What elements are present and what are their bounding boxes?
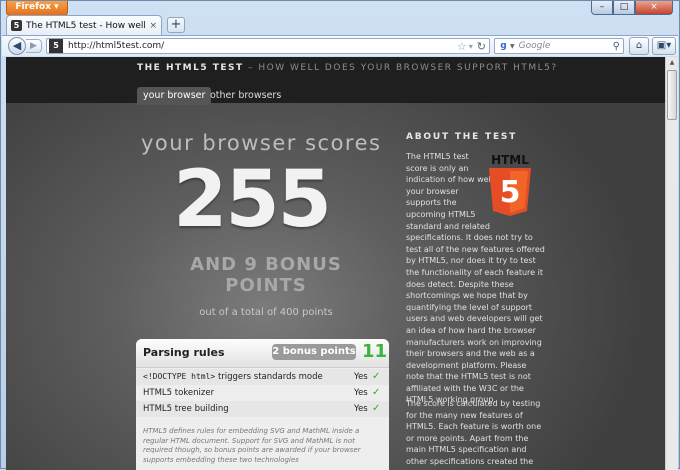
bonus-points-text: AND 9 BONUS POINTS <box>190 254 342 296</box>
checkmark-icon: ✓ <box>372 387 381 398</box>
total-points-text: out of a total of 400 points <box>199 307 333 318</box>
addon-bar-icon[interactable]: ▣▾ <box>652 37 676 55</box>
new-tab-button[interactable]: + <box>167 17 185 33</box>
reload-icon[interactable]: ↻ <box>477 40 486 53</box>
tab-your-browser[interactable]: your browser <box>137 87 212 105</box>
feature-label: HTML5 tree building <box>143 404 229 414</box>
score-heading: your browser scores <box>141 131 382 155</box>
minimize-button[interactable]: – <box>591 1 613 15</box>
page-content: THE HTML5 TEST – HOW WELL DOES YOUR BROW… <box>6 57 665 470</box>
table-row: HTML5 tokenizer Yes ✓ <box>136 385 389 401</box>
bookmark-star-icon[interactable]: ☆ <box>457 40 467 53</box>
scroll-up-icon[interactable]: ▲ <box>666 57 678 69</box>
site-title-sub: – HOW WELL DOES YOUR BROWSER SUPPORT HTM… <box>243 63 558 73</box>
search-bar[interactable]: g ▼ Google ⚲ <box>494 38 624 54</box>
card-note: HTML5 defines rules for embedding SVG an… <box>143 427 361 464</box>
feature-label: <!DOCTYPE html> triggers standards mode <box>143 369 323 385</box>
firefox-menu-button[interactable]: Firefox ▾ <box>6 1 68 16</box>
navigation-toolbar: ◀ ▶ 5 http://html5test.com/ ☆ ▾ ↻ g ▼ Go… <box>2 35 678 56</box>
search-input[interactable]: Google <box>519 41 613 51</box>
site-header: THE HTML5 TEST – HOW WELL DOES YOUR BROW… <box>6 57 665 105</box>
back-button[interactable]: ◀ <box>8 37 26 55</box>
result-label: Yes <box>354 404 368 414</box>
card-header: Parsing rules 2 bonus points 11 <box>136 339 389 368</box>
url-bar[interactable]: 5 http://html5test.com/ ☆ ▾ ↻ <box>46 38 490 54</box>
feature-rest: triggers standards mode <box>215 372 323 382</box>
window-controls: – □ × <box>591 1 673 15</box>
firefox-menu-label: Firefox <box>15 2 52 12</box>
html5-logo-icon: HTML 5 <box>489 153 531 216</box>
result-label: Yes <box>354 372 368 382</box>
browser-window: Firefox ▾ – □ × 5 The HTML5 test - How w… <box>0 0 680 470</box>
tab-other-browsers[interactable]: other browsers <box>204 87 287 105</box>
tab-close-icon[interactable]: × <box>149 21 157 31</box>
result-label: Yes <box>354 388 368 398</box>
logo-text: HTML <box>491 153 529 167</box>
card-title: Parsing rules <box>143 346 225 359</box>
feature-label: HTML5 tokenizer <box>143 388 215 398</box>
forward-button[interactable]: ▶ <box>26 39 42 53</box>
checkmark-icon: ✓ <box>372 403 381 414</box>
site-title: THE HTML5 TEST – HOW WELL DOES YOUR BROW… <box>137 63 558 73</box>
bonus-badge: 2 bonus points <box>272 344 356 360</box>
feature-code: <!DOCTYPE html> <box>143 372 216 381</box>
search-icon[interactable]: ⚲ <box>613 41 620 52</box>
about-text-rest: specifications. It does not try to test … <box>406 233 545 405</box>
engine-dropdown-icon[interactable]: ▼ <box>510 43 515 50</box>
logo-number: 5 <box>500 175 521 210</box>
page-scrollbar[interactable]: ▲ <box>665 57 678 470</box>
url-text[interactable]: http://html5test.com/ <box>68 41 457 51</box>
score-number: 255 <box>173 155 332 245</box>
table-row: HTML5 tree building Yes ✓ <box>136 401 389 417</box>
about-line: standard and related <box>406 221 490 231</box>
url-dropdown-icon[interactable]: ▾ <box>469 42 473 51</box>
about-paragraph-2: The score is calculated by testing for t… <box>406 399 542 470</box>
scroll-thumb[interactable] <box>667 70 677 120</box>
table-row: <!DOCTYPE html> triggers standards mode … <box>136 369 389 385</box>
maximize-button[interactable]: □ <box>613 1 635 15</box>
about-heading: ABOUT THE TEST <box>406 132 518 142</box>
checkmark-icon: ✓ <box>372 371 381 382</box>
tab-title: The HTML5 test - How well does you... <box>26 20 146 31</box>
google-engine-icon[interactable]: g <box>497 40 510 52</box>
close-button[interactable]: × <box>635 1 673 15</box>
site-identity-icon[interactable]: 5 <box>49 39 63 53</box>
tab-html5test[interactable]: 5 The HTML5 test - How well does you... … <box>6 15 162 35</box>
parsing-rules-card: Parsing rules 2 bonus points 11 <!DOCTYP… <box>136 339 389 470</box>
card-score: 11 <box>362 341 388 362</box>
site-title-main: THE HTML5 TEST <box>137 63 244 73</box>
home-button[interactable]: ⌂ <box>629 37 649 55</box>
html5test-favicon-icon: 5 <box>11 20 22 31</box>
